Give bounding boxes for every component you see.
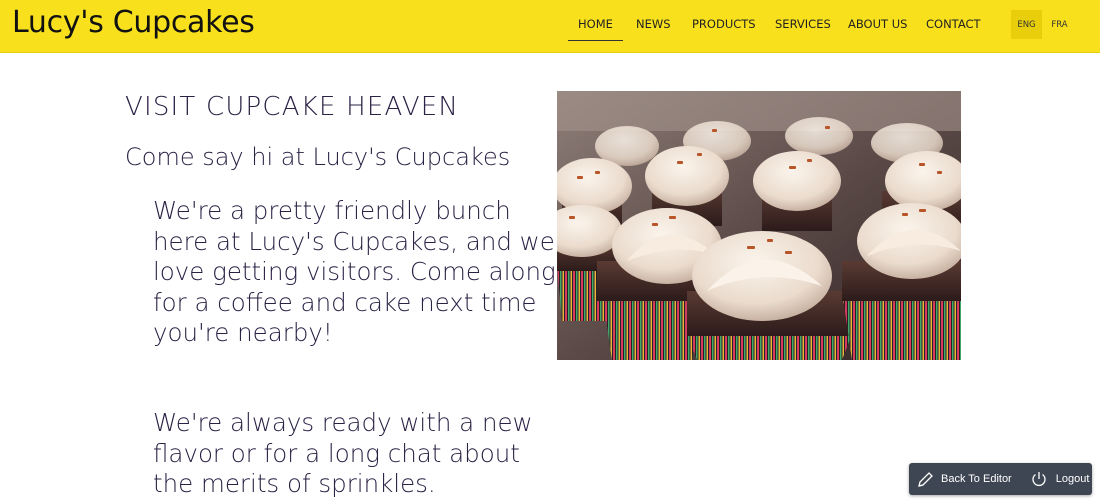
nav-home[interactable]: HOME bbox=[568, 17, 623, 41]
page-subheading: Come say hi at Lucy's Cupcakes bbox=[125, 143, 511, 171]
back-to-editor-label: Back To Editor bbox=[941, 473, 1012, 485]
power-icon bbox=[1030, 470, 1048, 488]
back-to-editor-button[interactable]: Back To Editor bbox=[917, 463, 1012, 495]
page-heading: VISIT CUPCAKE HEAVEN bbox=[125, 92, 460, 122]
nav-news[interactable]: NEWS bbox=[636, 17, 671, 39]
nav-about-us[interactable]: ABOUT US bbox=[848, 17, 907, 39]
intro-paragraph: We're a pretty friendly bunch here at Lu… bbox=[153, 196, 556, 347]
nav-products[interactable]: PRODUCTS bbox=[692, 17, 756, 39]
cupcakes-image bbox=[557, 91, 961, 360]
logout-button[interactable]: Logout bbox=[1030, 463, 1090, 495]
nav-services[interactable]: SERVICES bbox=[775, 17, 831, 39]
logout-label: Logout bbox=[1055, 473, 1090, 485]
nav-contact[interactable]: CONTACT bbox=[926, 17, 981, 39]
lang-fra[interactable]: FRA bbox=[1044, 10, 1075, 39]
pencil-icon bbox=[917, 470, 935, 488]
site-header: Lucy's Cupcakes HOME NEWS PRODUCTS SERVI… bbox=[0, 0, 1100, 53]
lang-eng[interactable]: ENG bbox=[1011, 10, 1042, 39]
editor-toolbar: Back To Editor Logout bbox=[909, 463, 1092, 495]
site-logo[interactable]: Lucy's Cupcakes bbox=[12, 5, 255, 40]
second-paragraph: We're always ready with a new flavor or … bbox=[153, 408, 533, 498]
